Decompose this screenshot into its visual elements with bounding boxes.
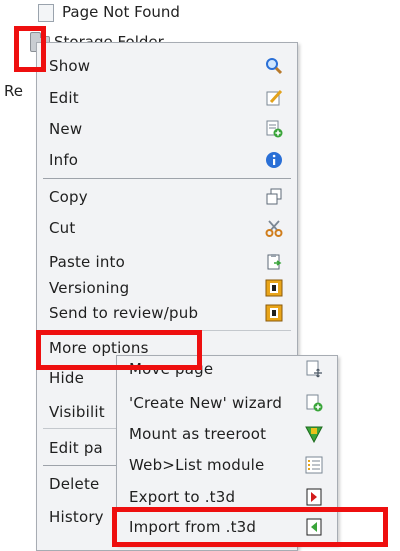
versioning-icon	[265, 279, 283, 297]
info-icon	[266, 152, 282, 168]
menu-item-label: History	[49, 508, 104, 526]
paste-icon	[267, 254, 282, 270]
treeroot-icon	[305, 426, 323, 443]
menu-item-label: Info	[49, 151, 79, 169]
menu-item-cut[interactable]: Cut	[37, 215, 297, 241]
menu-item-label: New	[49, 120, 83, 138]
workspace-icon	[265, 304, 283, 322]
menu-item-label: Delete	[49, 475, 100, 493]
submenu-item-create-new-wizard[interactable]: 'Create New' wizard	[117, 390, 337, 416]
list-module-icon	[305, 456, 323, 474]
menu-item-label: Cut	[49, 219, 76, 237]
menu-separator	[43, 178, 291, 179]
menu-item-label: Import from .t3d	[129, 518, 257, 536]
more-options-submenu: Move page 'Create New' wizard Mount as t…	[116, 355, 338, 545]
menu-item-label: Mount as treeroot	[129, 425, 267, 443]
menu-item-send-to-review[interactable]: Send to review/pub	[37, 300, 297, 326]
submenu-item-mount-as-treeroot[interactable]: Mount as treeroot	[117, 421, 337, 447]
submenu-item-import-t3d[interactable]: Import from .t3d	[117, 514, 337, 540]
menu-item-versioning[interactable]: Versioning	[37, 275, 297, 301]
pencil-icon	[266, 89, 283, 106]
tree-item-partial-label: Re	[4, 82, 23, 100]
menu-item-label: Versioning	[49, 279, 130, 297]
menu-item-edit[interactable]: Edit	[37, 85, 297, 111]
menu-item-label: Copy	[49, 188, 88, 206]
import-icon	[306, 518, 322, 536]
menu-item-copy[interactable]: Copy	[37, 184, 297, 210]
submenu-item-move-page[interactable]: Move page	[117, 356, 337, 382]
menu-item-show[interactable]: Show	[37, 53, 297, 79]
submenu-item-export-t3d[interactable]: Export to .t3d	[117, 484, 337, 510]
menu-item-label: 'Create New' wizard	[129, 394, 283, 412]
tree-item-page-not-found[interactable]: Page Not Found	[34, 0, 180, 24]
menu-item-label: Send to review/pub	[49, 304, 199, 322]
page-icon	[34, 2, 56, 22]
menu-item-label: Edit pa	[49, 439, 103, 457]
menu-item-paste-into[interactable]: Paste into	[37, 249, 297, 275]
menu-separator	[43, 330, 291, 331]
tree-item-label: Page Not Found	[62, 3, 180, 21]
menu-item-label: Edit	[49, 89, 79, 107]
menu-item-label: Move page	[129, 360, 214, 378]
menu-item-label: Web>List module	[129, 456, 265, 474]
new-wizard-icon	[306, 394, 323, 412]
menu-item-info[interactable]: Info	[37, 147, 297, 173]
new-page-icon	[266, 120, 283, 138]
scissors-icon	[265, 220, 283, 237]
menu-item-label: Paste into	[49, 253, 125, 271]
submenu-item-web-list-module[interactable]: Web>List module	[117, 452, 337, 478]
menu-item-label: Export to .t3d	[129, 488, 236, 506]
menu-item-label: Visibilit	[49, 403, 105, 421]
menu-item-new[interactable]: New	[37, 116, 297, 142]
copy-icon	[266, 188, 282, 205]
menu-item-label: Hide	[49, 369, 84, 387]
menu-item-label: Show	[49, 57, 91, 75]
move-page-icon	[306, 360, 322, 378]
magnifier-icon	[266, 58, 283, 75]
export-icon	[306, 488, 322, 506]
